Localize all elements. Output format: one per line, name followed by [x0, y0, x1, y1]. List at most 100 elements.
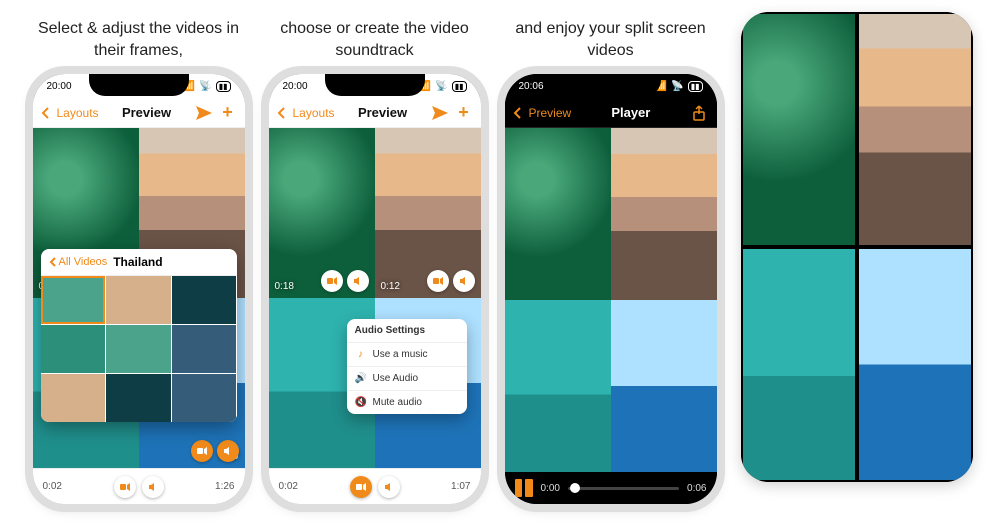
wifi-icon: 📡: [199, 81, 211, 92]
notch: [325, 74, 425, 96]
wifi-icon: 📡: [435, 81, 447, 92]
wifi-icon: 📡: [671, 81, 683, 92]
popover-label: Use Audio: [373, 373, 419, 384]
back-label: Preview: [529, 106, 572, 120]
output-cell-tl: [741, 12, 857, 247]
audio-toggle[interactable]: [453, 270, 475, 292]
music-note-icon: ♪: [355, 349, 367, 360]
nav-title: Preview: [122, 105, 171, 120]
pause-button[interactable]: [515, 479, 533, 497]
screen-3: 20:06 📶 📡 ▮▮ Preview Player: [505, 74, 717, 504]
record-toggle[interactable]: [350, 476, 372, 498]
picker-thumb[interactable]: [172, 374, 237, 422]
footer-time-left: 0:02: [279, 481, 298, 492]
status-right: 📶 📡 ▮▮: [183, 81, 231, 92]
export-button[interactable]: [431, 104, 449, 122]
screen-1: 20:00 📶 📡 ▮▮ Layouts Preview: [33, 74, 245, 504]
picker-thumb[interactable]: [172, 325, 237, 373]
phone-frame-1: 20:00 📶 📡 ▮▮ Layouts Preview: [33, 74, 245, 504]
chevron-left-icon: [277, 107, 287, 119]
caption-2: choose or create the video soundtrack: [269, 18, 481, 62]
status-time: 20:00: [47, 81, 72, 92]
scrubber-track[interactable]: [568, 487, 679, 490]
popover-label: Mute audio: [373, 397, 422, 408]
popover-option-music[interactable]: ♪ Use a music: [347, 342, 467, 366]
phone-frame-3: 20:06 📶 📡 ▮▮ Preview Player: [505, 74, 717, 504]
player-time-current: 0:00: [541, 483, 560, 494]
screenshot-3: and enjoy your split screen videos 20:06…: [505, 18, 717, 504]
chevron-left-icon: [49, 257, 57, 267]
popover-title: Audio Settings: [347, 319, 467, 342]
nav-bar: Layouts Preview +: [269, 98, 481, 128]
video-picker-panel: All Videos Thailand: [41, 249, 237, 422]
caption-3: and enjoy your split screen videos: [505, 18, 717, 62]
editor-footer: 0:02 1:07: [269, 468, 481, 504]
back-button[interactable]: Preview: [513, 106, 572, 120]
nav-title: Preview: [358, 105, 407, 120]
mute-icon: 🔇: [355, 397, 367, 408]
picker-thumb[interactable]: [41, 374, 106, 422]
scrubber-handle[interactable]: [570, 483, 580, 493]
grid-cell-tl[interactable]: 0:18: [269, 128, 375, 298]
app-store-screenshot-row: Select & adjust the videos in their fram…: [0, 0, 1005, 522]
video-grid[interactable]: [505, 128, 717, 472]
battery-icon: ▮▮: [452, 81, 467, 92]
record-toggle[interactable]: [321, 270, 343, 292]
back-label: Layouts: [57, 106, 99, 120]
grid-cell-br: [611, 300, 717, 472]
back-label: Layouts: [293, 106, 335, 120]
picker-thumb[interactable]: [41, 276, 106, 324]
record-toggle[interactable]: [114, 476, 136, 498]
battery-icon: ▮▮: [688, 81, 703, 92]
phone-frame-2: 20:00 📶 📡 ▮▮ Layouts Preview: [269, 74, 481, 504]
editor-footer: 0:02 1:26: [33, 468, 245, 504]
record-toggle[interactable]: [427, 270, 449, 292]
record-toggle[interactable]: [191, 440, 213, 462]
popover-option-mute[interactable]: 🔇 Mute audio: [347, 390, 467, 414]
audio-toggle[interactable]: [347, 270, 369, 292]
audio-toggle[interactable]: [217, 440, 239, 462]
back-button[interactable]: Layouts: [277, 106, 335, 120]
footer-time-left: 0:02: [43, 481, 62, 492]
screen-2: 20:00 📶 📡 ▮▮ Layouts Preview: [269, 74, 481, 504]
player-time-total: 0:06: [687, 483, 706, 494]
picker-back-button[interactable]: All Videos: [49, 256, 108, 268]
picker-thumb[interactable]: [41, 325, 106, 373]
export-button[interactable]: [195, 104, 213, 122]
output-cell-bl: [741, 247, 857, 482]
back-button[interactable]: Layouts: [41, 106, 99, 120]
picker-back-label: All Videos: [59, 256, 108, 268]
add-button[interactable]: +: [455, 104, 473, 122]
footer-time-right: 1:26: [215, 481, 234, 492]
picker-thumb[interactable]: [106, 276, 171, 324]
split-output-preview: [741, 12, 973, 482]
screenshot-4: [741, 12, 973, 482]
grid-cell-tr[interactable]: 0:12: [375, 128, 481, 298]
grid-cell-bl: [505, 300, 611, 472]
screenshot-2: choose or create the video soundtrack 20…: [269, 18, 481, 504]
picker-thumb[interactable]: [106, 374, 171, 422]
nav-bar: Layouts Preview +: [33, 98, 245, 128]
cell-time: 0:12: [381, 281, 400, 292]
status-right: 📶 📡 ▮▮: [655, 81, 703, 92]
notch: [561, 74, 661, 96]
popover-option-audio[interactable]: 🔊 Use Audio: [347, 366, 467, 390]
picker-thumb[interactable]: [106, 325, 171, 373]
footer-time-right: 1:07: [451, 481, 470, 492]
picker-album-title: Thailand: [113, 255, 162, 269]
picker-thumb[interactable]: [172, 276, 237, 324]
cell-time: 0:18: [275, 281, 294, 292]
audio-toggle[interactable]: [378, 476, 400, 498]
nav-bar: Preview Player: [505, 98, 717, 128]
caption-1: Select & adjust the videos in their fram…: [33, 18, 245, 62]
picker-grid: [41, 276, 237, 422]
chevron-left-icon: [513, 107, 523, 119]
notch: [89, 74, 189, 96]
audio-toggle[interactable]: [142, 476, 164, 498]
status-time: 20:00: [283, 81, 308, 92]
add-button[interactable]: +: [219, 104, 237, 122]
popover-label: Use a music: [373, 349, 428, 360]
video-grid: 0:00 0:00: [33, 128, 245, 468]
share-button[interactable]: [690, 104, 708, 122]
output-cell-br: [857, 247, 973, 482]
